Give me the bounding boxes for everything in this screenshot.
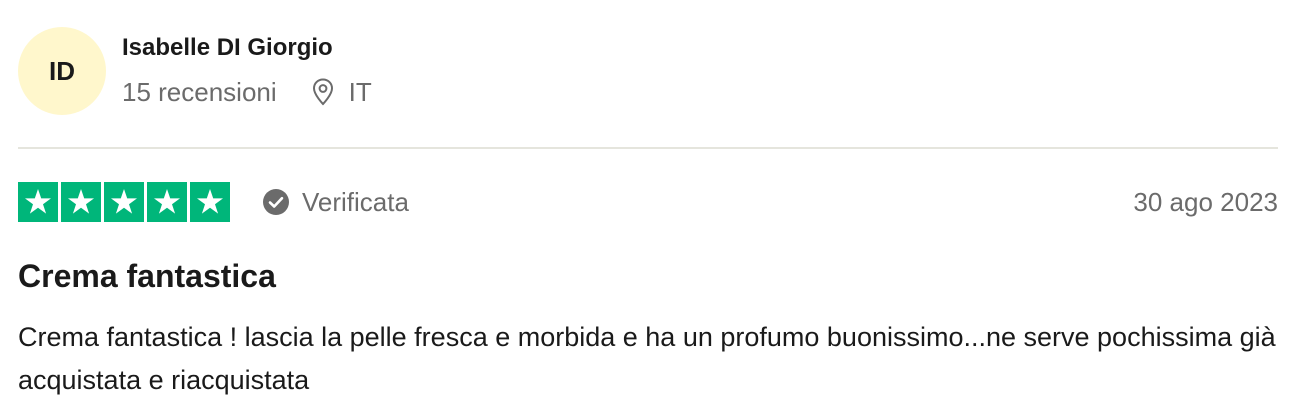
verified-badge[interactable]: Verificata — [262, 187, 409, 218]
star-rating — [18, 182, 230, 222]
location-pin-icon — [311, 77, 335, 107]
star-icon — [104, 182, 144, 222]
review-card: ID Isabelle DI Giorgio 15 recensioni IT — [0, 0, 1306, 414]
reviewer-meta: 15 recensioni IT — [122, 77, 372, 107]
review-title[interactable]: Crema fantastica — [18, 256, 276, 296]
review-text: Crema fantastica ! lascia la pelle fresc… — [18, 322, 1276, 395]
divider — [18, 147, 1278, 149]
star-icon — [190, 182, 230, 222]
avatar-initials: ID — [49, 55, 75, 86]
star-icon — [61, 182, 101, 222]
verified-label: Verificata — [302, 186, 409, 217]
star-icon — [18, 182, 58, 222]
reviewer-header: ID Isabelle DI Giorgio 15 recensioni IT — [18, 27, 372, 115]
country-code: IT — [348, 77, 372, 107]
check-circle-icon — [262, 188, 290, 216]
star-icon — [147, 182, 187, 222]
rating-row: Verificata 30 ago 2023 — [18, 182, 1278, 222]
review-count[interactable]: 15 recensioni — [122, 77, 277, 107]
avatar[interactable]: ID — [18, 27, 106, 115]
reviewer-name[interactable]: Isabelle DI Giorgio — [122, 33, 372, 63]
review-date: 30 ago 2023 — [1133, 186, 1278, 217]
reviewer-location: IT — [311, 77, 372, 107]
reviewer-info: Isabelle DI Giorgio 15 recensioni IT — [122, 33, 372, 107]
